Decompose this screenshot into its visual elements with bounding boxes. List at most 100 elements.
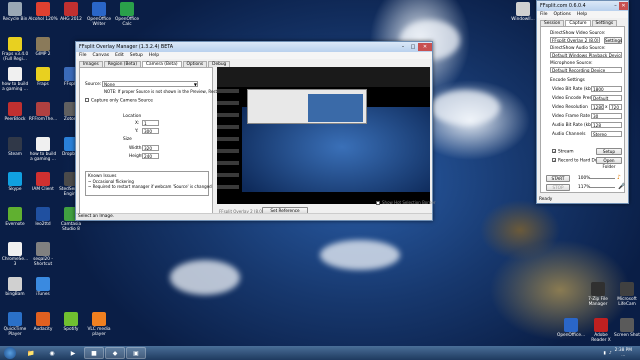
desktop-icon[interactable]: ChromeSe... 3 [0, 242, 30, 267]
audio-source-select[interactable]: Default Windows Playback Device [550, 52, 622, 58]
minimize-icon[interactable]: – [398, 43, 408, 51]
height-input[interactable]: 240 [142, 153, 159, 159]
desktop-icon[interactable]: VLC media player [84, 312, 114, 337]
menu-edit[interactable]: Edit [115, 53, 124, 58]
app-icon [36, 67, 50, 81]
desktop-icon-label: Skype [8, 187, 22, 192]
microphone-icon: 🎤 [618, 183, 626, 190]
desktop-icon[interactable]: RFFromThe... [28, 102, 58, 122]
desktop-icon[interactable]: QuickTime Player [0, 312, 30, 337]
overlay-manager-window[interactable]: FFsplit Overlay Manager (1.3.2.4) BETA –… [75, 41, 435, 221]
desktop-icon[interactable]: AHG 2012 [56, 2, 86, 22]
desktop-icon[interactable]: how to build a gaming ... [0, 67, 30, 92]
desktop-icon[interactable]: Screen Shot [612, 318, 640, 338]
start-button[interactable]: START [546, 175, 570, 182]
desktop-icon[interactable]: 7-Zip File Manager [583, 282, 613, 307]
desktop-icon[interactable]: Fraps [28, 67, 58, 87]
video-bitrate-input[interactable]: 1800 [591, 86, 622, 92]
desktop-icon-label: 7-Zip File Manager [588, 297, 608, 307]
desktop-icon[interactable]: Steam [0, 137, 30, 157]
volume-icon[interactable]: ♪ [609, 351, 612, 356]
app-icon [36, 137, 50, 151]
preset-select[interactable]: Default [591, 95, 622, 101]
taskbar-browser-icon[interactable]: ◉ [42, 347, 62, 359]
menu-file[interactable]: File [540, 12, 548, 17]
y-input[interactable]: 300 [142, 128, 159, 134]
ffsplit-titlebar[interactable]: FFsplit.com 0.6.0.4 – ✕ [537, 1, 628, 11]
open-folder-button[interactable]: Open Folder [596, 157, 622, 169]
menu-help[interactable]: Help [149, 53, 159, 58]
desktop-icon-label: leo2ttd [35, 222, 51, 227]
volume-slider-1[interactable] [589, 178, 615, 179]
app-icon [594, 318, 608, 332]
resolution-x: x [605, 105, 608, 110]
resolution-height-input[interactable]: 720 [609, 104, 622, 110]
source-select[interactable]: None ▼ [102, 81, 198, 87]
x-input[interactable]: 1 [142, 120, 159, 126]
preview-canvas[interactable] [217, 67, 430, 204]
capture-only-checkbox[interactable]: Capture only Camera Source [85, 98, 153, 104]
taskbar-explorer-icon[interactable]: 📁 [21, 347, 41, 359]
desktop-icon[interactable]: Microsoft LifeCam [612, 282, 640, 307]
menu-file[interactable]: File [79, 53, 87, 58]
mic-select[interactable]: Default Recording Device [550, 67, 622, 73]
desktop-icon[interactable]: bingBam [0, 277, 30, 297]
maximize-icon[interactable]: □ [408, 43, 418, 51]
desktop-icon[interactable]: leo2ttd [28, 207, 58, 227]
setup-button[interactable]: Setup [596, 148, 622, 155]
menu-canvas[interactable]: Canvas [93, 53, 110, 58]
desktop-icon[interactable]: GIMP 2 [28, 37, 58, 57]
framerate-select[interactable]: 30 [591, 113, 622, 119]
desktop-icon-label: QuickTime Player [3, 327, 27, 337]
settings-button[interactable]: Settings [604, 37, 622, 44]
framerate-label: Video Frame Rate [552, 114, 591, 119]
resolution-width-input[interactable]: 1280 [591, 104, 604, 110]
close-icon[interactable]: ✕ [418, 43, 432, 51]
desktop-icon[interactable]: OpenOffice... [556, 318, 586, 338]
capture-panel: DirectShow Video Source: FFsplit Overlay… [540, 26, 625, 193]
desktop-icon[interactable]: Fraps v3.4.0 (Full Regi... [0, 37, 30, 62]
clock[interactable]: 2:38 PM ... [615, 348, 632, 358]
ffsplit-window[interactable]: FFsplit.com 0.6.0.4 – ✕ File Options Help… [536, 0, 629, 204]
volume-slider-2[interactable] [589, 187, 615, 188]
start-orb-icon[interactable] [4, 347, 16, 359]
video-source-select[interactable]: FFsplit Overlay 2 (8.0) [550, 37, 600, 43]
audio-bitrate-select[interactable]: 128 [591, 122, 622, 128]
desktop-icon[interactable]: IAM Client [28, 172, 58, 192]
desktop-icon-label: GIMP 2 [35, 52, 51, 57]
taskbar-media-icon[interactable]: ▶ [63, 347, 83, 359]
menu-options[interactable]: Options [554, 12, 571, 17]
desktop-icon[interactable]: iTunes [28, 277, 58, 297]
close-icon[interactable]: ✕ [619, 2, 628, 10]
minimize-icon[interactable]: – [612, 2, 619, 10]
capture-only-label: Capture only Camera Source [91, 98, 153, 104]
desktop-icon[interactable]: Alcohol 120% [28, 2, 58, 22]
stop-button[interactable]: STOP [546, 184, 570, 191]
channels-select[interactable]: Stereo [591, 131, 622, 137]
stream-checkbox[interactable]: ✓ Stream [552, 149, 574, 155]
width-input[interactable]: 320 [142, 145, 159, 151]
desktop-icon[interactable]: Windowll... [508, 2, 538, 22]
taskbar-overlay-icon[interactable]: ▣ [126, 347, 146, 359]
y-label: Y: [135, 129, 139, 134]
overlay-manager-titlebar[interactable]: FFsplit Overlay Manager (1.3.2.4) BETA –… [76, 42, 432, 52]
app-icon [8, 312, 22, 326]
desktop-icon[interactable]: PeerBlock [0, 102, 30, 122]
desktop-icon[interactable]: Spotify [56, 312, 86, 332]
width-label: Width: [129, 146, 143, 151]
desktop-icon[interactable]: Recycle Bin [0, 2, 30, 22]
desktop-icon[interactable]: OpenOffice Writer [84, 2, 114, 27]
taskbar-ffsplit-icon[interactable]: ◆ [105, 347, 125, 359]
desktop-icon[interactable]: Audacity [28, 312, 58, 332]
show-hot-selection-checkbox[interactable]: Show Hot Selection Border [376, 200, 435, 205]
desktop-icon[interactable]: OpenOffice Calc [112, 2, 142, 27]
desktop-icon[interactable]: Evernote [0, 207, 30, 227]
menu-setup[interactable]: Setup [130, 53, 143, 58]
menu-help[interactable]: Help [577, 12, 587, 17]
desktop-icon[interactable]: seqal20 - Shortcut [28, 242, 58, 267]
app-icon [591, 282, 605, 296]
desktop-icon[interactable]: Skype [0, 172, 30, 192]
desktop-icon[interactable]: how to build a gaming ... [28, 137, 58, 162]
taskbar-app-icon[interactable]: ■ [84, 347, 104, 359]
network-icon[interactable]: ▮ [604, 351, 606, 356]
